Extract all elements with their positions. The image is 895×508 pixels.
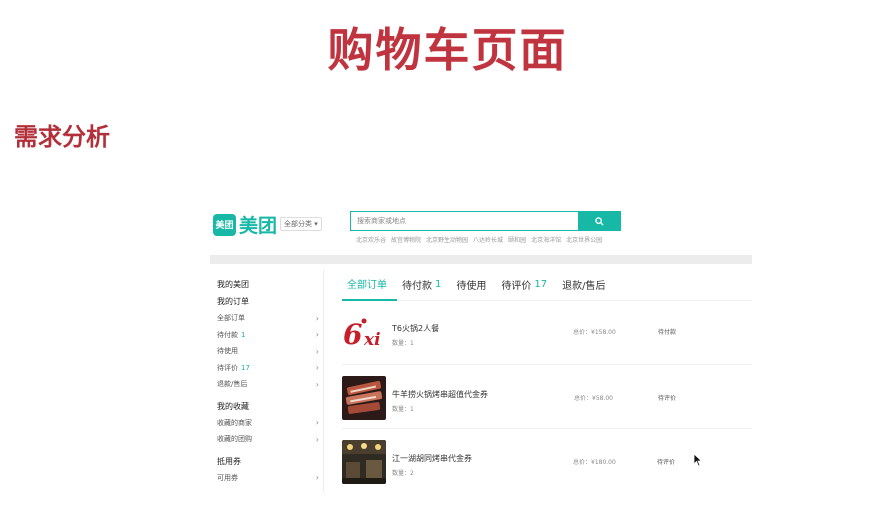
order-status[interactable]: 待付款 bbox=[658, 327, 676, 336]
hot-word[interactable]: 北京欢乐谷 bbox=[356, 235, 386, 244]
chevron-right-icon: › bbox=[315, 330, 319, 340]
order-row[interactable]: 6 xi T6火锅2人餐 数量：1 总价：¥158.00 待付款 bbox=[342, 302, 752, 365]
sidebar-item-label: 收藏的团购 bbox=[217, 435, 252, 444]
slide-title: 购物车页面 bbox=[327, 23, 568, 77]
tab-label: 退款/售后 bbox=[562, 281, 606, 292]
count-badge: 17 bbox=[241, 363, 250, 372]
order-name[interactable]: 江一湖胡同烤串代金券 bbox=[392, 453, 472, 464]
chevron-right-icon: › bbox=[315, 379, 319, 389]
chevron-right-icon: › bbox=[315, 363, 319, 373]
sidebar-item-label: 全部订单 bbox=[217, 314, 245, 323]
hot-search-words: 北京欢乐谷 故宫博物院 北京野生动物园 八达岭长城 颐和园 北京海洋馆 北京世界… bbox=[356, 235, 602, 244]
order-status[interactable]: 待评价 bbox=[658, 393, 676, 402]
order-thumbnail[interactable]: 6 xi bbox=[342, 311, 386, 355]
meituan-order-screenshot: 美团 美团 全部分类 ▾ 搜索商家或地点 北京欢乐谷 故宫博物院 北京野生动物园… bbox=[210, 203, 752, 493]
count-badge: 17 bbox=[534, 279, 548, 290]
search-input[interactable]: 搜索商家或地点 bbox=[350, 211, 579, 231]
chevron-right-icon: › bbox=[315, 473, 319, 483]
category-select[interactable]: 全部分类 ▾ bbox=[280, 217, 322, 231]
search-icon bbox=[595, 216, 604, 226]
hot-word[interactable]: 北京世界公园 bbox=[566, 235, 602, 244]
hot-word[interactable]: 北京野生动物园 bbox=[426, 235, 468, 244]
sidebar-item-label: 待付款 bbox=[217, 330, 238, 339]
meituan-logo-text: 美团 bbox=[239, 215, 278, 237]
tab-to-review[interactable]: 待评价 17 bbox=[496, 269, 557, 301]
tab-label: 待评价 bbox=[501, 281, 532, 292]
tab-label: 全部订单 bbox=[347, 280, 387, 291]
meituan-logo[interactable]: 美团 美团 bbox=[213, 211, 277, 238]
tab-to-use[interactable]: 待使用 bbox=[451, 269, 496, 301]
sidebar-item-to-use[interactable]: 待使用 › bbox=[217, 343, 323, 360]
chevron-right-icon: › bbox=[315, 418, 319, 428]
count-badge: 1 bbox=[241, 330, 246, 339]
order-row[interactable]: 江一湖胡同烤串代金券 数量：2 总价：¥180.00 待评价 bbox=[342, 430, 752, 493]
sidebar-item-label: 退款/售后 bbox=[217, 380, 248, 389]
category-select-label: 全部分类 bbox=[284, 220, 312, 228]
order-tabs: 全部订单 待付款 1 待使用 待评价 17 退款/售后 bbox=[342, 269, 752, 301]
sidebar-item-available-coupons[interactable]: 可用券 › bbox=[217, 470, 323, 487]
order-row[interactable]: 牛羊捞火锅烤串超值代金券 数量：1 总价：¥58.00 待评价 bbox=[342, 366, 752, 429]
svg-text:xi: xi bbox=[363, 330, 381, 350]
hot-word[interactable]: 颐和园 bbox=[508, 235, 526, 244]
order-thumbnail[interactable] bbox=[342, 440, 386, 484]
tab-pending-payment[interactable]: 待付款 1 bbox=[397, 269, 451, 301]
sidebar-item-fav-deals[interactable]: 收藏的团购 › bbox=[217, 431, 323, 448]
order-quantity: 数量：1 bbox=[392, 406, 414, 413]
meituan-logo-icon: 美团 bbox=[213, 213, 236, 236]
hot-word[interactable]: 故宫博物院 bbox=[391, 235, 421, 244]
order-total-price: 总价：¥158.00 bbox=[573, 329, 616, 336]
sidebar-item-refund[interactable]: 退款/售后 › bbox=[217, 376, 323, 393]
tab-refund[interactable]: 退款/售后 bbox=[557, 269, 615, 301]
tab-label: 待使用 bbox=[456, 281, 487, 292]
site-header: 美团 美团 全部分类 ▾ 搜索商家或地点 北京欢乐谷 故宫博物院 北京野生动物园… bbox=[210, 203, 752, 251]
sidebar-heading-coupons[interactable]: 抵用券 bbox=[217, 456, 323, 467]
sidebar: 我的美团 我的订单 全部订单 › 待付款 1 › 待使用 › 待评价 17 › 退款/售后 ›… bbox=[217, 269, 324, 493]
count-badge: 1 bbox=[435, 279, 442, 290]
sidebar-heading-my-orders[interactable]: 我的订单 bbox=[217, 296, 323, 307]
order-total-price: 总价：¥58.00 bbox=[574, 395, 613, 402]
restaurant-photo-icon bbox=[342, 440, 386, 484]
sidebar-item-label: 收藏的商家 bbox=[217, 418, 252, 427]
sidebar-item-to-review[interactable]: 待评价 17 › bbox=[217, 360, 323, 377]
6xi-logo-icon: 6 xi bbox=[343, 318, 381, 351]
order-status[interactable]: 待评价 bbox=[657, 457, 675, 466]
header-divider bbox=[210, 255, 752, 264]
order-thumbnail[interactable] bbox=[342, 376, 386, 420]
tab-label: 待付款 bbox=[402, 281, 432, 292]
sidebar-item-fav-merchants[interactable]: 收藏的商家 › bbox=[217, 415, 323, 432]
sidebar-item-pending-payment[interactable]: 待付款 1 › bbox=[217, 327, 323, 344]
sidebar-item-label: 可用券 bbox=[217, 473, 238, 482]
order-name[interactable]: T6火锅2人餐 bbox=[392, 323, 439, 334]
sidebar-heading-favorites[interactable]: 我的收藏 bbox=[217, 401, 323, 412]
chevron-right-icon: › bbox=[315, 346, 319, 356]
sidebar-item-label: 待评价 bbox=[217, 363, 238, 372]
sidebar-heading-my-meituan[interactable]: 我的美团 bbox=[217, 279, 323, 290]
order-quantity: 数量：1 bbox=[392, 340, 414, 347]
sidebar-item-all-orders[interactable]: 全部订单 › bbox=[217, 310, 323, 327]
svg-text:6: 6 bbox=[343, 318, 362, 351]
order-name[interactable]: 牛羊捞火锅烤串超值代金券 bbox=[392, 389, 488, 400]
slide-subtitle: 需求分析 bbox=[14, 123, 110, 151]
meat-photo-icon bbox=[342, 376, 386, 420]
chevron-right-icon: › bbox=[315, 434, 319, 444]
search-button[interactable] bbox=[578, 211, 621, 231]
chevron-right-icon: › bbox=[315, 313, 319, 323]
hot-word[interactable]: 北京海洋馆 bbox=[531, 235, 561, 244]
hot-word[interactable]: 八达岭长城 bbox=[473, 235, 503, 244]
sidebar-item-label: 待使用 bbox=[217, 347, 238, 356]
mouse-cursor-icon bbox=[693, 453, 703, 467]
tab-all-orders[interactable]: 全部订单 bbox=[342, 269, 397, 301]
order-total-price: 总价：¥180.00 bbox=[573, 459, 616, 466]
order-quantity: 数量：2 bbox=[392, 470, 414, 477]
